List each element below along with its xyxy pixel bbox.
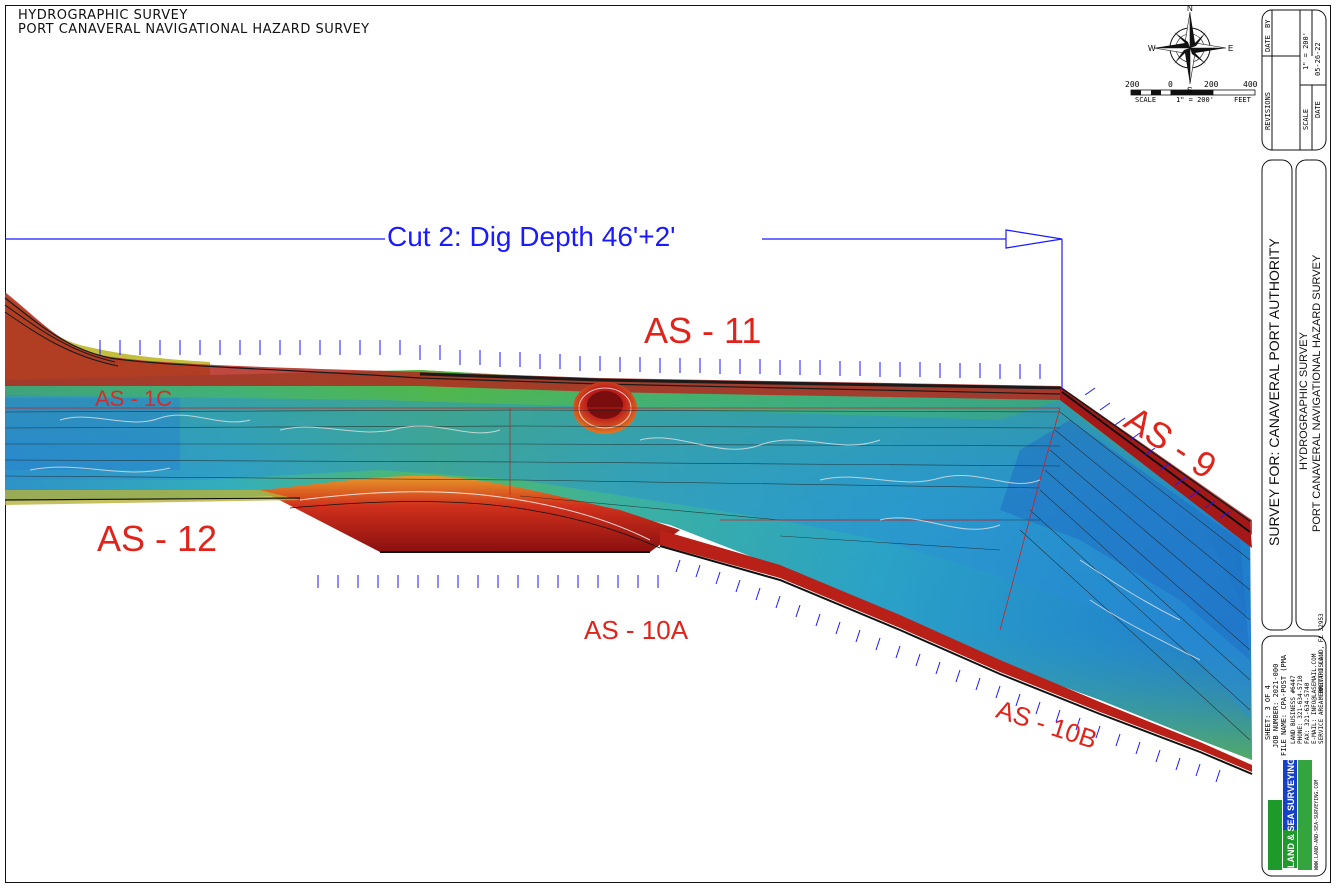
tb-scale-label: SCALE bbox=[1302, 108, 1310, 130]
tb-revisions-label: REVISIONS bbox=[1264, 92, 1272, 130]
tb-by-label: BY bbox=[1264, 19, 1272, 28]
tb-firm-line-4: E-MAIL: INFO@LASEMAIL.COM bbox=[1311, 653, 1318, 744]
tb-survey-title1: HYDROGRAPHIC SURVEY bbox=[1298, 332, 1310, 470]
compass-n: N bbox=[1187, 4, 1193, 13]
tb-firm-line-6: MERRITT ISLAND, FL 32953 bbox=[1318, 613, 1325, 700]
tb-firm-line-3: FAX: 321-634-5740 bbox=[1304, 682, 1311, 744]
compass-e: E bbox=[1228, 44, 1234, 53]
arrow-icon bbox=[1005, 229, 1063, 249]
scale-right-value: 400 bbox=[1243, 80, 1258, 89]
scale-caption-mid: 1" = 200' bbox=[1176, 96, 1214, 104]
tb-logo-text: LAND & SEA SURVEYING bbox=[1286, 757, 1296, 868]
tb-survey-for: SURVEY FOR: CANAVERAL PORT AUTHORITY bbox=[1266, 238, 1282, 546]
area-label-as10a: AS - 10A bbox=[584, 615, 689, 645]
compass-rose-icon bbox=[1153, 11, 1227, 85]
cut-2-label: Cut 2: Dig Depth 46'+2' bbox=[387, 221, 676, 252]
scale-caption-left: SCALE bbox=[1135, 96, 1157, 104]
scale-bar bbox=[1130, 89, 1256, 96]
area-label-as12: AS - 12 bbox=[97, 518, 218, 559]
tb-sheet: SHEET: 3 OF 4 bbox=[1264, 685, 1272, 740]
tb-survey-title2: PORT CANAVERAL NAVIGATIONAL HAZARD SURVE… bbox=[1311, 254, 1323, 532]
tb-job-number: JOB NUMBER: 2021-000 bbox=[1272, 663, 1280, 748]
tb-file-name: FILE NAME: CPA-POST (PMA bbox=[1280, 654, 1288, 756]
scale-left-value: 200 bbox=[1125, 80, 1140, 89]
scale-zero: 0 bbox=[1168, 80, 1173, 89]
tb-firm-line-1: LAND BUSINESS #6447 bbox=[1290, 675, 1297, 744]
tb-scale-value: 1" = 200' bbox=[1302, 32, 1310, 70]
tb-firm-line-2: PHONE: 321-634-5710 bbox=[1297, 675, 1304, 744]
tb-website: WWW.LAND-AND-SEA-SURVEYING.COM bbox=[1314, 779, 1320, 870]
area-label-as11: AS - 11 bbox=[644, 310, 762, 351]
scale-caption-right: FEET bbox=[1234, 96, 1251, 104]
scale-mid-value: 200 bbox=[1204, 80, 1219, 89]
compass-s: S bbox=[1187, 86, 1193, 95]
tb-date-label: DATE bbox=[1264, 35, 1272, 52]
area-label-as1c: AS - 1C bbox=[95, 386, 173, 411]
tb-date2-value: 05-26-22 bbox=[1314, 42, 1322, 76]
tb-date2-label: DATE bbox=[1314, 101, 1322, 118]
compass-w: W bbox=[1148, 44, 1156, 53]
